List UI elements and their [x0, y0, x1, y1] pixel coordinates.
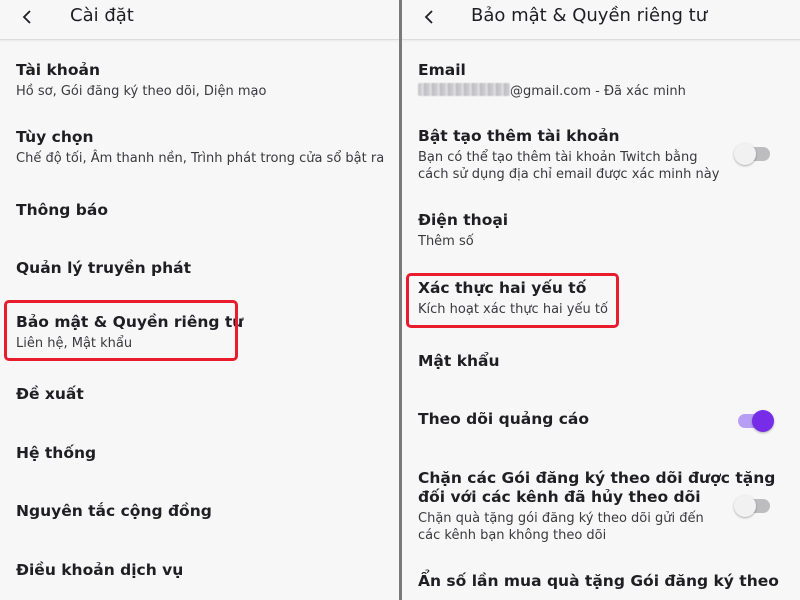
item-subtitle: Chế độ tối, Âm thanh nền, Trình phát tro… [16, 151, 385, 166]
settings-item-account[interactable]: Tài khoản Hồ sơ, Gói đăng ký theo dõi, D… [16, 61, 389, 100]
item-subtitle: Liên hệ, Mật khẩu [16, 336, 133, 351]
item-title-line: Chặn các Gói đăng ký theo dõi được tặng [418, 469, 776, 487]
settings-item-security-privacy[interactable]: Bảo mật & Quyền riêng tư Liên hệ, Mật kh… [16, 313, 389, 352]
item-title: Nguyên tắc cộng đồng [16, 502, 212, 520]
phone-item[interactable]: Điện thoại Thêm số [418, 211, 790, 250]
settings-item-stream-manager[interactable]: Quản lý truyền phát [16, 259, 389, 278]
email-item[interactable]: Email @gmail.com - Đã xác minh [418, 61, 790, 100]
security-header: Bảo mật & Quyền riêng tư [402, 0, 800, 40]
item-title: Điều khoản dịch vụ [16, 561, 184, 579]
back-button[interactable] [416, 4, 442, 30]
chevron-left-icon [22, 10, 31, 24]
extra-accounts-toggle[interactable] [734, 143, 770, 165]
ad-tracking-item[interactable]: Theo dõi quảng cáo [418, 410, 790, 429]
toggle-knob [734, 495, 756, 517]
settings-item-terms-of-service[interactable]: Điều khoản dịch vụ [16, 561, 389, 580]
settings-panel: Cài đặt Tài khoản Hồ sơ, Gói đăng ký the… [0, 0, 399, 600]
password-item[interactable]: Mật khẩu [418, 352, 790, 371]
page-title: Cài đặt [70, 5, 134, 26]
item-title: Mật khẩu [418, 352, 500, 370]
item-title: Theo dõi quảng cáo [418, 410, 590, 428]
email-domain: @gmail.com - Đã xác minh [510, 84, 686, 99]
subtitle-line: các kênh bạn không theo dõi [418, 528, 607, 543]
email-value: @gmail.com - Đã xác minh [418, 83, 790, 100]
two-factor-item[interactable]: Xác thực hai yếu tố Kích hoạt xác thực h… [418, 279, 790, 318]
settings-item-community-guidelines[interactable]: Nguyên tắc cộng đồng [16, 502, 389, 521]
item-title: Bật tạo thêm tài khoản [418, 127, 620, 145]
chevron-left-icon [424, 10, 433, 24]
hide-gift-count-item[interactable]: Ẩn số lần mua quà tặng Gói đăng ký theo [418, 572, 790, 591]
item-title: Đề xuất [16, 385, 84, 403]
settings-header: Cài đặt [0, 0, 399, 40]
item-title: Thông báo [16, 201, 108, 219]
settings-item-system[interactable]: Hệ thống [16, 444, 389, 463]
block-gifts-toggle[interactable] [734, 495, 770, 517]
subtitle-line: cách sử dụng địa chỉ email được xác minh… [418, 167, 720, 182]
item-title: Email [418, 61, 466, 79]
item-title: Tùy chọn [16, 128, 94, 146]
item-title: Ẩn số lần mua quà tặng Gói đăng ký theo [418, 572, 779, 590]
back-button[interactable] [14, 4, 40, 30]
page-title: Bảo mật & Quyền riêng tư [471, 5, 708, 26]
item-title: Xác thực hai yếu tố [418, 279, 587, 297]
item-title: Quản lý truyền phát [16, 259, 192, 277]
item-title: Tài khoản [16, 61, 100, 79]
ad-tracking-toggle[interactable] [738, 410, 774, 432]
settings-item-recommendations[interactable]: Đề xuất [16, 385, 389, 404]
toggle-knob [734, 143, 756, 165]
item-title: Điện thoại [418, 211, 509, 229]
toggle-knob [752, 410, 774, 432]
item-title: Hệ thống [16, 444, 97, 462]
item-subtitle: Hồ sơ, Gói đăng ký theo dõi, Diện mạo [16, 84, 267, 99]
subtitle-line: Chặn quà tặng gói đăng ký theo dõi gửi đ… [418, 511, 704, 526]
security-privacy-panel: Bảo mật & Quyền riêng tư Email @gmail.co… [402, 0, 800, 600]
item-subtitle: Thêm số [418, 234, 474, 249]
settings-item-preferences[interactable]: Tùy chọn Chế độ tối, Âm thanh nền, Trình… [16, 128, 389, 167]
item-subtitle: Chặn quà tặng gói đăng ký theo dõi gửi đ… [418, 510, 790, 544]
item-title: Bảo mật & Quyền riêng tư [16, 313, 244, 331]
blurred-email [418, 83, 510, 96]
settings-item-notifications[interactable]: Thông báo [16, 201, 389, 220]
item-subtitle: Kích hoạt xác thực hai yếu tố [418, 302, 608, 317]
